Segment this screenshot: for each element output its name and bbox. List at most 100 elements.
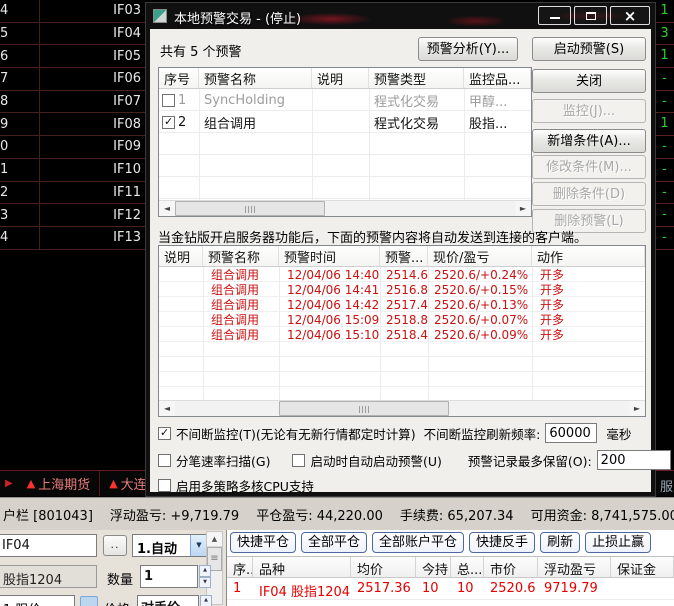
watchlist-row[interactable]: 8 IF07 bbox=[0, 90, 145, 114]
scroll-left-icon[interactable]: ◄ bbox=[159, 401, 175, 416]
refresh-button[interactable]: 刷新 bbox=[540, 532, 581, 553]
scroll-left-icon[interactable]: ◄ bbox=[159, 201, 175, 216]
close-button[interactable]: × bbox=[610, 6, 650, 25]
col-avg-price[interactable]: 均价 bbox=[351, 557, 416, 577]
spin-down-icon[interactable]: ▼ bbox=[199, 576, 211, 588]
col-floating-pl[interactable]: 浮动盈亏 bbox=[538, 557, 611, 577]
keep-input[interactable] bbox=[596, 450, 671, 470]
close-dialog-button[interactable]: 关闭 bbox=[532, 69, 646, 93]
minimize-button[interactable] bbox=[538, 6, 571, 25]
option-row-monitor: ✓ 不间断监控(T)(无论有无新行情都定时计算) 不间断监控刷新频率: 毫秒 bbox=[158, 423, 647, 443]
col-today[interactable]: 今持 bbox=[416, 557, 451, 577]
cell-alert-time: 12/04/06 14:41 bbox=[287, 282, 380, 297]
col-desc[interactable]: 说明 bbox=[312, 68, 369, 88]
watchlist-row[interactable]: 6 IF05 bbox=[0, 45, 145, 69]
modify-condition-button[interactable]: 修改条件(M)... bbox=[532, 155, 646, 179]
col-alert-time[interactable]: 预警时间 bbox=[279, 246, 380, 266]
scrollbar-thumb[interactable] bbox=[175, 201, 325, 216]
column-divider bbox=[14, 68, 40, 90]
col-action[interactable]: 动作 bbox=[532, 246, 645, 266]
chevron-down-icon[interactable]: ▼ bbox=[190, 535, 207, 556]
checkbox-checked[interactable]: ✓ bbox=[158, 426, 171, 440]
watchlist-row[interactable]: 5 IF04 bbox=[0, 22, 145, 46]
checkbox-unchecked[interactable] bbox=[162, 93, 175, 107]
cell-instrument: IF04 股指1204 bbox=[259, 585, 351, 599]
play-icon[interactable]: ▶ bbox=[0, 478, 18, 489]
col-monitored[interactable]: 监控品... bbox=[464, 68, 531, 88]
maximize-button[interactable] bbox=[574, 6, 607, 25]
cell-alert-name: 组合调用 bbox=[204, 116, 257, 132]
col-alert-name[interactable]: 预警名称 bbox=[199, 68, 312, 88]
cell-current-pl: 2520.6/+0.13% bbox=[434, 297, 529, 312]
position-row[interactable]: 1 IF04 股指1204 2517.36 10 10 2520.6 9719.… bbox=[227, 579, 674, 600]
alert-row[interactable]: ✓ 2 组合调用 程式化交易 股指... bbox=[159, 111, 531, 133]
scroll-up-icon[interactable]: ▲ bbox=[207, 532, 222, 547]
col-alert-name[interactable]: 预警名称 bbox=[203, 246, 279, 266]
col-current-pl[interactable]: 现价/盈亏 bbox=[428, 246, 532, 266]
col-total[interactable]: 总... bbox=[451, 557, 484, 577]
col-seq[interactable]: 序号 bbox=[159, 68, 199, 88]
quick-close-button[interactable]: 快捷平仓 bbox=[230, 532, 297, 553]
row-number: 0 bbox=[0, 139, 9, 155]
browse-button[interactable]: .. bbox=[103, 535, 127, 556]
col-margin[interactable]: 保证金 bbox=[611, 557, 674, 577]
record-row[interactable]: 组合调用 12/04/06 14:42 2517.4 2520.6/+0.13%… bbox=[159, 297, 645, 313]
checkbox-unchecked[interactable] bbox=[158, 479, 171, 492]
freq-input[interactable] bbox=[545, 423, 598, 443]
record-row[interactable]: 组合调用 12/04/06 14:40 2514.6 2520.6/+0.24%… bbox=[159, 267, 645, 283]
col-seq[interactable]: 序.. bbox=[227, 557, 253, 577]
scroll-right-icon[interactable]: ► bbox=[515, 201, 531, 216]
triangle-icon: ▲ bbox=[109, 477, 118, 490]
add-condition-button[interactable]: 新增条件(A)... bbox=[532, 129, 646, 153]
record-row[interactable]: 组合调用 12/04/06 15:10 2518.4 2520.6/+0.09%… bbox=[159, 327, 645, 343]
watchlist-row[interactable]: 7 IF06 bbox=[0, 68, 145, 91]
scroll-right-icon[interactable]: ► bbox=[629, 401, 645, 416]
checkbox-checked[interactable]: ✓ bbox=[162, 115, 175, 129]
close-all-button[interactable]: 全部平仓 bbox=[301, 532, 368, 553]
column-divider bbox=[14, 45, 40, 68]
price-input[interactable] bbox=[137, 595, 199, 606]
contract-input[interactable] bbox=[0, 534, 97, 557]
checkbox-unchecked[interactable] bbox=[158, 453, 171, 467]
row-number: 2 bbox=[0, 184, 9, 200]
alert-row[interactable]: 1 SyncHolding 程式化交易 甲醇... bbox=[159, 89, 531, 111]
watchlist-row[interactable]: 9 IF08 bbox=[0, 113, 145, 137]
price-stepper[interactable]: ▲▼ bbox=[200, 595, 212, 606]
record-row[interactable]: 组合调用 12/04/06 15:09 2518.8 2520.6/+0.07%… bbox=[159, 312, 645, 328]
watchlist-row[interactable]: 4 IF13 bbox=[0, 226, 145, 250]
dialog-titlebar[interactable]: 本地预警交易 - (停止) × bbox=[146, 3, 655, 29]
col-alert-type[interactable]: 预警类型 bbox=[369, 68, 464, 88]
mode-dropdown[interactable]: 1.自动 ▼ bbox=[132, 534, 208, 557]
start-alert-button[interactable]: 启动预警(S) bbox=[532, 37, 646, 61]
cell-seq: 1 bbox=[178, 92, 187, 108]
scrollbar-thumb[interactable] bbox=[279, 401, 449, 416]
record-row[interactable]: 组合调用 12/04/06 14:41 2516.8 2520.6/+0.15%… bbox=[159, 282, 645, 298]
price-mode-button[interactable] bbox=[80, 596, 98, 606]
analyze-button[interactable]: 预警分析(Y)... bbox=[418, 37, 518, 61]
tab-shanghai-futures[interactable]: ▲ 上海期货 bbox=[18, 471, 101, 496]
watchlist-row[interactable]: 3 IF12 bbox=[0, 204, 145, 227]
cell-current-pl: 2520.6/+0.07% bbox=[434, 312, 529, 327]
spin-up-icon[interactable]: ▲ bbox=[200, 595, 212, 606]
col-instrument[interactable]: 品种 bbox=[253, 557, 351, 577]
delete-condition-button[interactable]: 删除条件(D) bbox=[532, 182, 646, 206]
watchlist-row[interactable]: 1 IF10 bbox=[0, 158, 145, 182]
col-alert-price[interactable]: 预警... bbox=[380, 246, 428, 266]
quantity-stepper[interactable]: ▲ ▼ bbox=[199, 565, 211, 588]
quick-reverse-button[interactable]: 快捷反手 bbox=[469, 532, 536, 553]
stop-loss-button[interactable]: 止损止赢 bbox=[585, 532, 652, 553]
price-mode-dropdown[interactable]: 1.限价 bbox=[0, 595, 75, 606]
col-market-price[interactable]: 市价 bbox=[484, 557, 538, 577]
checkbox-unchecked[interactable] bbox=[292, 453, 306, 467]
watchlist-row[interactable]: 2 IF11 bbox=[0, 181, 145, 205]
close-all-accounts-button[interactable]: 全部账户平仓 bbox=[372, 532, 465, 553]
watchlist-row[interactable]: 0 IF09 bbox=[0, 136, 145, 159]
monitor-button[interactable]: 监控(J)... bbox=[532, 99, 646, 123]
watchlist-row[interactable]: 4 IF03 bbox=[0, 0, 145, 23]
horizontal-scrollbar[interactable]: ◄ ► bbox=[159, 200, 531, 216]
market-value: - bbox=[655, 68, 674, 91]
col-desc[interactable]: 说明 bbox=[159, 246, 203, 266]
horizontal-scrollbar[interactable]: ◄ ► bbox=[159, 400, 645, 416]
quantity-input[interactable] bbox=[140, 565, 198, 588]
spin-up-icon[interactable]: ▲ bbox=[199, 565, 211, 577]
